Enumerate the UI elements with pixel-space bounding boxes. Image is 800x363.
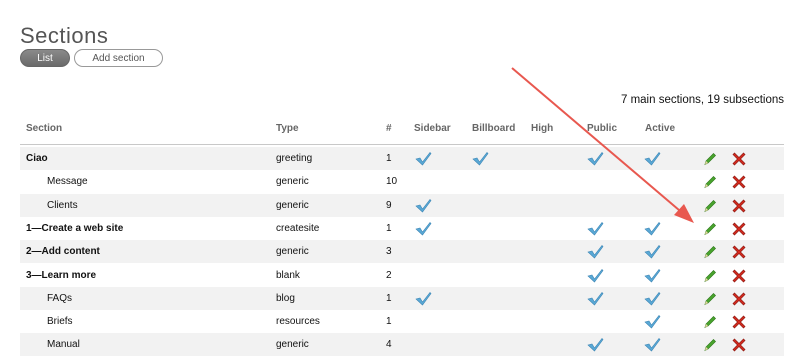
section-name: Manual bbox=[47, 339, 80, 351]
delete-x-icon[interactable] bbox=[731, 268, 747, 284]
edit-pencil-icon[interactable] bbox=[703, 291, 717, 306]
page-title: Sections bbox=[20, 22, 109, 48]
section-type: generic bbox=[276, 339, 309, 351]
delete-x-icon[interactable] bbox=[731, 337, 747, 353]
column-header-billboard: Billboard bbox=[472, 123, 516, 134]
public-check-icon bbox=[587, 244, 604, 259]
active-check-icon bbox=[644, 221, 661, 236]
column-header-sidebar: Sidebar bbox=[414, 123, 451, 134]
section-number: 9 bbox=[386, 199, 392, 211]
table-row: Clients generic 9 bbox=[20, 193, 784, 217]
sidebar-check-icon bbox=[415, 221, 432, 236]
section-type: generic bbox=[276, 246, 309, 258]
public-check-icon bbox=[587, 151, 604, 166]
section-number: 1 bbox=[386, 316, 392, 328]
section-name: Ciao bbox=[26, 153, 48, 164]
public-check-icon bbox=[587, 268, 604, 283]
section-type: createsite bbox=[276, 222, 320, 234]
section-type: greeting bbox=[276, 153, 313, 164]
sidebar-check-icon bbox=[415, 198, 432, 213]
section-type: generic bbox=[276, 199, 309, 211]
edit-pencil-icon[interactable] bbox=[703, 244, 717, 259]
tab-add-section[interactable]: Add section bbox=[74, 49, 163, 67]
column-header-type: Type bbox=[276, 123, 299, 134]
column-header-high: High bbox=[531, 123, 554, 134]
section-tabs: List Add section bbox=[20, 49, 163, 67]
delete-x-icon[interactable] bbox=[731, 244, 747, 260]
delete-x-icon[interactable] bbox=[731, 151, 747, 167]
table-row: FAQs blog 1 bbox=[20, 286, 784, 310]
delete-x-icon[interactable] bbox=[731, 314, 747, 330]
delete-x-icon[interactable] bbox=[731, 174, 747, 190]
delete-x-icon[interactable] bbox=[731, 221, 747, 237]
section-type: blank bbox=[276, 269, 300, 281]
table-row: Message generic 10 bbox=[20, 170, 784, 193]
section-number: 1 bbox=[386, 222, 392, 234]
active-check-icon bbox=[644, 268, 661, 283]
edit-pencil-icon[interactable] bbox=[703, 198, 717, 213]
table-row: 2—Add content generic 3 bbox=[20, 240, 784, 264]
section-type: resources bbox=[276, 316, 320, 328]
public-check-icon bbox=[587, 221, 604, 236]
edit-pencil-icon[interactable] bbox=[703, 337, 717, 352]
section-name: Message bbox=[47, 176, 88, 188]
column-header-section: Section bbox=[26, 123, 63, 134]
section-name: 2—Add content bbox=[26, 246, 100, 258]
section-name: 1—Create a web site bbox=[26, 222, 124, 234]
active-check-icon bbox=[644, 314, 661, 329]
section-type: blog bbox=[276, 292, 295, 304]
billboard-check-icon bbox=[472, 151, 489, 166]
sidebar-check-icon bbox=[415, 291, 432, 306]
section-number: 1 bbox=[386, 153, 392, 164]
table-row: Manual generic 4 bbox=[20, 333, 784, 357]
section-number: 4 bbox=[386, 339, 392, 351]
section-name: Clients bbox=[47, 199, 78, 211]
section-type: generic bbox=[276, 176, 309, 188]
sidebar-check-icon bbox=[415, 151, 432, 166]
section-number: 1 bbox=[386, 292, 392, 304]
table-row: Briefs resources 1 bbox=[20, 310, 784, 333]
sections-summary: 7 main sections, 19 subsections bbox=[620, 94, 784, 106]
table-row: 1—Create a web site createsite 1 bbox=[20, 217, 784, 240]
active-check-icon bbox=[644, 151, 661, 166]
column-header-public: Public bbox=[587, 123, 618, 134]
active-check-icon bbox=[644, 244, 661, 259]
column-header-active: Active bbox=[645, 123, 676, 134]
edit-pencil-icon[interactable] bbox=[703, 174, 717, 189]
header-divider bbox=[20, 144, 784, 145]
column-header-number: # bbox=[386, 123, 392, 134]
active-check-icon bbox=[644, 291, 661, 306]
edit-pencil-icon[interactable] bbox=[703, 151, 717, 166]
section-name: 3—Learn more bbox=[26, 269, 97, 281]
edit-pencil-icon[interactable] bbox=[703, 314, 717, 329]
table-row: Ciao greeting 1 bbox=[20, 147, 784, 170]
edit-pencil-icon[interactable] bbox=[703, 268, 717, 283]
section-name: Briefs bbox=[47, 316, 73, 328]
section-name: FAQs bbox=[47, 292, 73, 304]
public-check-icon bbox=[587, 291, 604, 306]
delete-x-icon[interactable] bbox=[731, 291, 747, 307]
active-check-icon bbox=[644, 337, 661, 352]
section-number: 2 bbox=[386, 269, 392, 281]
delete-x-icon[interactable] bbox=[731, 198, 747, 214]
section-number: 10 bbox=[386, 176, 398, 188]
public-check-icon bbox=[587, 337, 604, 352]
tab-list[interactable]: List bbox=[20, 49, 70, 67]
edit-pencil-icon[interactable] bbox=[703, 221, 717, 236]
section-number: 3 bbox=[386, 246, 392, 258]
table-row: 3—Learn more blank 2 bbox=[20, 264, 784, 287]
